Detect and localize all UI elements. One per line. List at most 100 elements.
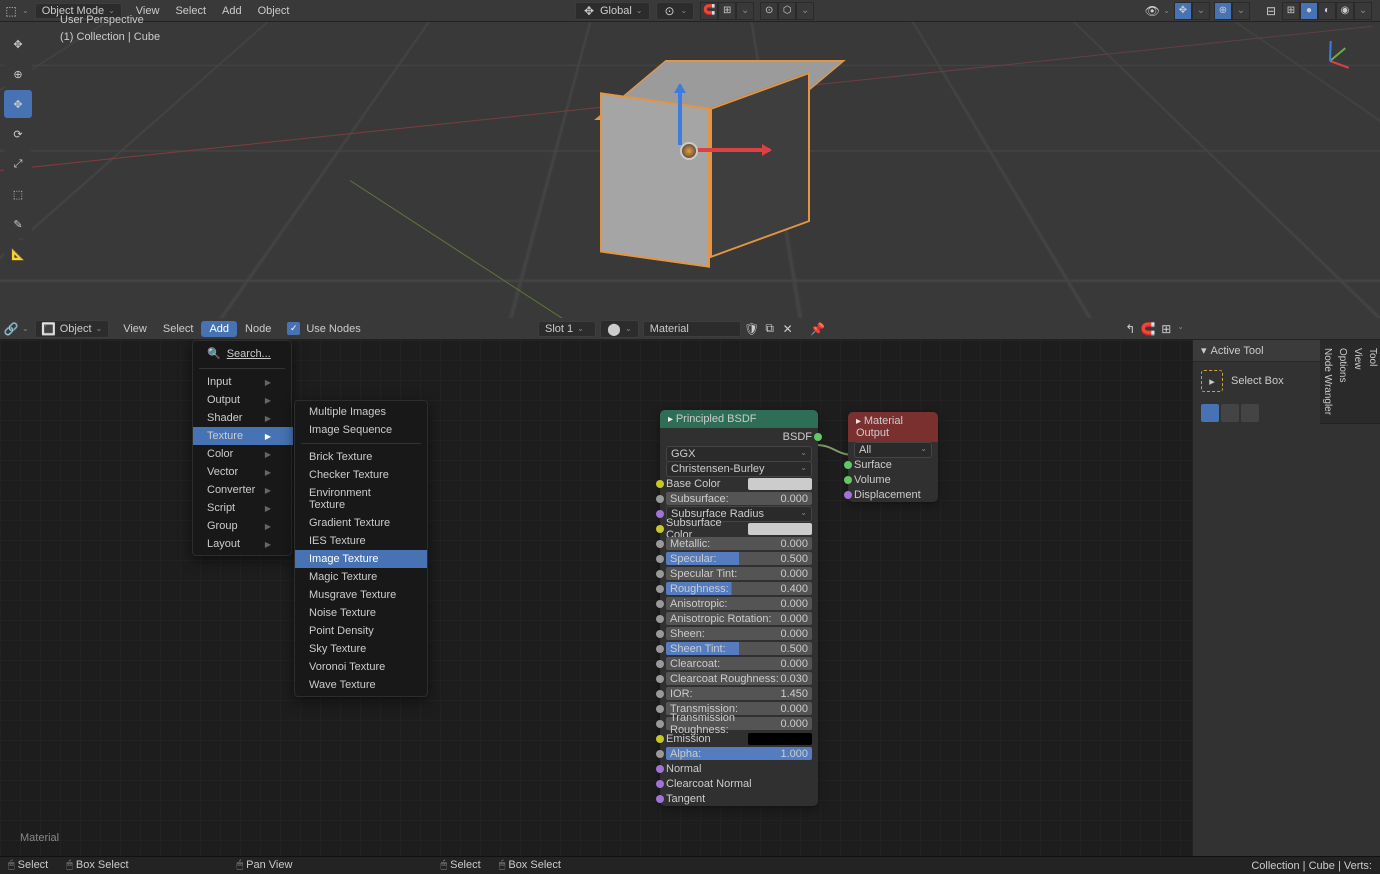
node-property[interactable]: IOR:1.450 xyxy=(660,686,818,701)
gizmo-z-arrow[interactable] xyxy=(678,85,682,145)
shading-modes[interactable]: ⊞●◐◉⌄ xyxy=(1282,2,1372,20)
tool-measure[interactable]: 📐 xyxy=(4,240,32,268)
tab-options[interactable]: Options xyxy=(1335,340,1350,424)
proportional-toggle[interactable]: ⊙⬡⌄ xyxy=(760,2,814,20)
node-header[interactable]: ▸ Material Output xyxy=(848,412,938,442)
menu-item[interactable]: Wave Texture xyxy=(295,676,427,694)
menu-item[interactable]: Voronoi Texture xyxy=(295,658,427,676)
material-browse[interactable]: ⬤⌄ xyxy=(600,320,639,338)
menu-item-output[interactable]: Output▶ xyxy=(193,391,293,409)
node-property[interactable]: Anisotropic:0.000 xyxy=(660,596,818,611)
tool-transform[interactable]: ⬚ xyxy=(4,180,32,208)
search-label[interactable]: Search... xyxy=(227,348,271,360)
tool-cursor[interactable]: ✥ xyxy=(4,30,32,58)
menu-item-layout[interactable]: Layout▶ xyxy=(193,535,293,553)
node-canvas[interactable]: Material ▸ Principled BSDF BSDF GGX⌄ Chr… xyxy=(0,340,1192,856)
sss-method-dropdown[interactable]: Christensen-Burley⌄ xyxy=(666,461,812,477)
node-property[interactable]: Transmission Roughness:0.000 xyxy=(660,716,818,731)
menu-object[interactable]: Object xyxy=(250,3,298,19)
duplicate-icon[interactable]: ⧉ xyxy=(763,322,777,336)
object-origin[interactable] xyxy=(680,142,698,160)
node-property[interactable]: Metallic:0.000 xyxy=(660,536,818,551)
pin-icon[interactable]: 📌 xyxy=(811,322,825,336)
node-property[interactable]: Tangent xyxy=(660,791,818,806)
node-property[interactable]: Specular Tint:0.000 xyxy=(660,566,818,581)
shader-type-dropdown[interactable]: 🔳Object⌄ xyxy=(35,320,110,338)
menu-item[interactable]: Noise Texture xyxy=(295,604,427,622)
node-input[interactable]: Surface xyxy=(848,457,938,472)
node-property[interactable]: Specular:0.500 xyxy=(660,551,818,566)
viewport-3d[interactable]: ⬚⌄ Object Mode⌄ ViewSelectAddObject ✥Glo… xyxy=(0,0,1380,318)
menu-view[interactable]: View xyxy=(115,321,155,337)
node-property[interactable]: Clearcoat Normal xyxy=(660,776,818,791)
menu-item[interactable]: Checker Texture xyxy=(295,466,427,484)
menu-item-shader[interactable]: Shader▶ xyxy=(193,409,293,427)
menu-add[interactable]: Add xyxy=(214,3,250,19)
target-dropdown[interactable]: All⌄ xyxy=(854,442,932,458)
unlink-icon[interactable]: ✕ xyxy=(781,322,795,336)
nav-gizmo[interactable] xyxy=(1300,30,1360,90)
menu-item-input[interactable]: Input▶ xyxy=(193,373,293,391)
menu-select[interactable]: Select xyxy=(155,321,202,337)
select-mode-set[interactable] xyxy=(1201,404,1219,422)
node-property[interactable]: Base Color xyxy=(660,476,818,491)
node-property[interactable]: Normal xyxy=(660,761,818,776)
menu-item-group[interactable]: Group▶ xyxy=(193,517,293,535)
node-property[interactable]: Roughness:0.400 xyxy=(660,581,818,596)
tab-view[interactable]: View xyxy=(1350,340,1365,424)
material-name-field[interactable]: Material xyxy=(643,321,741,337)
node-principled-bsdf[interactable]: ▸ Principled BSDF BSDF GGX⌄ Christensen-… xyxy=(660,410,818,806)
menu-item[interactable]: Gradient Texture xyxy=(295,514,427,532)
node-property[interactable]: Anisotropic Rotation:0.000 xyxy=(660,611,818,626)
parent-icon[interactable]: ↰ xyxy=(1123,322,1137,336)
node-material-output[interactable]: ▸ Material Output All⌄ SurfaceVolumeDisp… xyxy=(848,412,938,502)
cube-object[interactable] xyxy=(600,60,780,260)
node-property[interactable]: Clearcoat:0.000 xyxy=(660,656,818,671)
visibility-icon[interactable]: 👁 xyxy=(1145,4,1159,18)
menu-item-converter[interactable]: Converter▶ xyxy=(193,481,293,499)
menu-item[interactable]: Environment Texture xyxy=(295,484,427,514)
menu-item[interactable]: Image Sequence xyxy=(295,421,427,439)
gizmo-toggle[interactable]: ✥ xyxy=(1174,2,1192,20)
snap-icon[interactable]: 🧲 xyxy=(1141,322,1155,336)
use-nodes-checkbox[interactable]: ✓ xyxy=(287,322,300,335)
node-property[interactable]: Sheen Tint:0.500 xyxy=(660,641,818,656)
menu-item[interactable]: Image Texture xyxy=(295,550,427,568)
shield-icon[interactable]: 🛡 xyxy=(745,322,759,336)
node-property[interactable]: Sheen:0.000 xyxy=(660,626,818,641)
menu-node[interactable]: Node xyxy=(237,321,279,337)
node-input[interactable]: Volume xyxy=(848,472,938,487)
node-property[interactable]: Clearcoat Roughness:0.030 xyxy=(660,671,818,686)
menu-item-script[interactable]: Script▶ xyxy=(193,499,293,517)
editor-type-icon[interactable]: ⬚ xyxy=(4,4,18,18)
menu-select[interactable]: Select xyxy=(167,3,214,19)
node-property[interactable]: Alpha:1.000 xyxy=(660,746,818,761)
overlay-toggle[interactable]: ⊕ xyxy=(1214,2,1232,20)
xray-icon[interactable]: ⊟ xyxy=(1264,4,1278,18)
tool-move[interactable]: ✥ xyxy=(4,90,32,118)
select-mode-subtract[interactable] xyxy=(1241,404,1259,422)
distribution-dropdown[interactable]: GGX⌄ xyxy=(666,446,812,462)
menu-item-texture[interactable]: Texture▶ xyxy=(193,427,293,445)
tool-rotate[interactable]: ⟳ xyxy=(4,120,32,148)
menu-item[interactable]: Sky Texture xyxy=(295,640,427,658)
node-property[interactable]: Subsurface Color xyxy=(660,521,818,536)
gizmo-x-arrow[interactable] xyxy=(690,148,770,152)
select-mode-extend[interactable] xyxy=(1221,404,1239,422)
pivot-dropdown[interactable]: ⊙⌄ xyxy=(656,2,695,20)
tab-tool[interactable]: Tool xyxy=(1365,340,1380,424)
tab-node-wrangler[interactable]: Node Wrangler xyxy=(1320,340,1335,424)
tool-annotate[interactable]: ✎ xyxy=(4,210,32,238)
tool-select[interactable]: ⊕ xyxy=(4,60,32,88)
menu-item[interactable]: Brick Texture xyxy=(295,448,427,466)
menu-item[interactable]: Point Density xyxy=(295,622,427,640)
node-property[interactable]: Emission xyxy=(660,731,818,746)
menu-add[interactable]: Add xyxy=(201,321,237,337)
snap-toggle[interactable]: 🧲⊞⌄ xyxy=(700,2,754,20)
menu-item[interactable]: Magic Texture xyxy=(295,568,427,586)
editor-type-icon[interactable]: 🔗 xyxy=(4,322,18,336)
node-property[interactable]: Subsurface:0.000 xyxy=(660,491,818,506)
menu-item[interactable]: Musgrave Texture xyxy=(295,586,427,604)
slot-dropdown[interactable]: Slot 1⌄ xyxy=(538,321,596,337)
menu-item-color[interactable]: Color▶ xyxy=(193,445,293,463)
